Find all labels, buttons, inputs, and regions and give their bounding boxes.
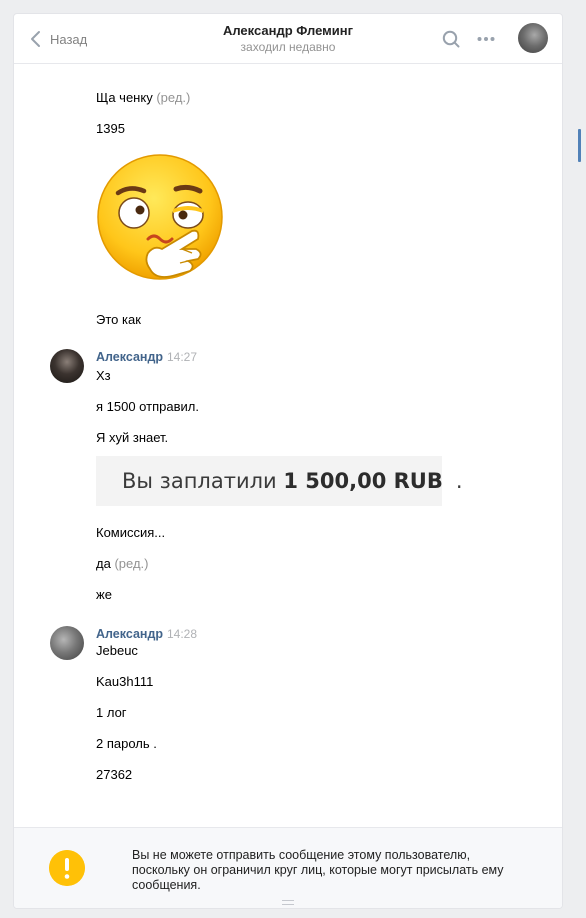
avatar[interactable] [50, 349, 84, 383]
message-text: же [96, 587, 112, 602]
chat-header: Назад Александр Флеминг заходил недавно [14, 14, 562, 64]
thinking-face-emoji-icon [97, 154, 223, 280]
blocked-message-text: Вы не можете отправить сообщение этому п… [132, 848, 504, 892]
message-text: 2 пароль . [96, 736, 157, 751]
message-text: Комиссия... [96, 525, 166, 540]
message-text: Это как [96, 312, 141, 327]
message-text: да (ред.) [96, 556, 148, 572]
message-text: Ща ченку (ред.) [96, 90, 190, 106]
message-text: 27362 [96, 767, 133, 782]
author-name[interactable]: Александр [96, 626, 163, 642]
message-text: Kau3h111 [96, 674, 154, 689]
message-text: 1 лог [96, 705, 127, 720]
resize-handle[interactable] [282, 900, 294, 905]
edited-mark: (ред.) [114, 556, 149, 571]
payment-suffix: . [455, 469, 463, 493]
payment-text: Вы заплатили 1 500,00 RUB. [109, 469, 463, 493]
chat-panel: Назад Александр Флеминг заходил недавно … [13, 13, 563, 909]
more-icon[interactable] [476, 29, 496, 49]
message-text: я 1500 отправил. [96, 399, 199, 414]
message-text: Хз [96, 368, 111, 383]
side-scroll-indicator[interactable] [578, 129, 581, 162]
message-text: Jebeuc [96, 643, 138, 658]
compose-blocked-notice: Вы не можете отправить сообщение этому п… [14, 827, 562, 908]
author-name[interactable]: Александр [96, 349, 163, 365]
message-time[interactable]: 14:27 [167, 349, 197, 365]
message-text: 1395 [96, 121, 125, 136]
payment-screenshot-image[interactable]: Вы заплатили 1 500,00 RUB. [96, 456, 463, 506]
peer-avatar[interactable] [518, 23, 548, 53]
avatar[interactable] [50, 626, 84, 660]
message-body: Ща ченку [96, 90, 153, 105]
exclamation-icon [49, 850, 85, 886]
payment-prefix: Вы заплатили [122, 469, 277, 493]
search-icon[interactable] [441, 29, 461, 49]
edited-mark: (ред.) [156, 90, 191, 105]
payment-amount: 1 500,00 RUB [283, 469, 443, 493]
message-body: да [96, 556, 111, 571]
message-text: Я хуй знает. [96, 430, 169, 445]
message-time[interactable]: 14:28 [167, 626, 197, 642]
